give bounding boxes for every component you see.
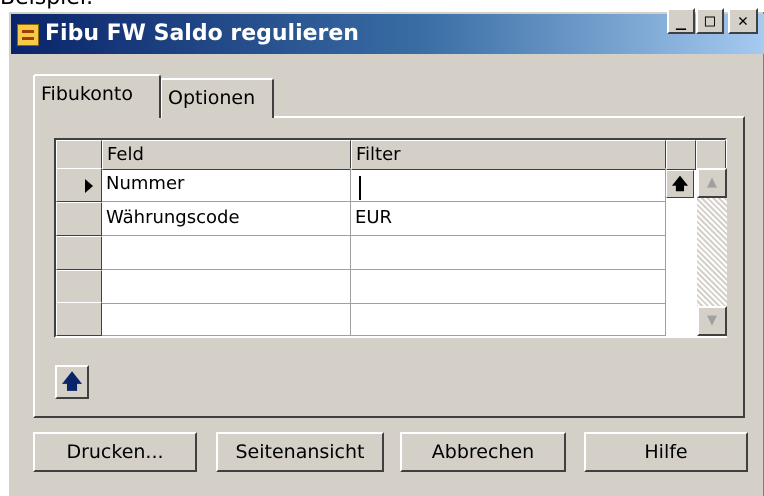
cell-filter[interactable]: EUR [351, 202, 666, 236]
grid-corner-header [56, 140, 102, 170]
column-header-feld[interactable]: Feld [102, 140, 351, 170]
app-form-icon[interactable] [17, 24, 39, 46]
tab-optionen[interactable]: Optionen [160, 78, 274, 118]
scroll-down-button[interactable]: ▼ [697, 306, 727, 336]
print-button[interactable]: Drucken... [33, 432, 197, 472]
up-arrow-icon: 🡅 [61, 369, 83, 393]
cell-field[interactable] [102, 270, 351, 304]
title-bar[interactable]: Fibu FW Saldo regulieren [11, 14, 764, 54]
move-up-button[interactable]: 🡅 [55, 365, 89, 399]
help-button[interactable]: Hilfe [584, 432, 748, 472]
window-title: Fibu FW Saldo regulieren [45, 21, 359, 46]
lookup-button[interactable]: 🡅 [666, 170, 694, 198]
row-selector[interactable] [56, 302, 102, 336]
row-selector[interactable] [56, 236, 102, 270]
minimize-button[interactable]: _ [667, 8, 695, 34]
cell-field[interactable] [102, 236, 351, 270]
column-header-filter[interactable]: Filter [351, 140, 666, 170]
cancel-button[interactable]: Abbrechen [400, 432, 566, 472]
row-selector-current[interactable] [56, 168, 102, 202]
current-row-arrow-icon [85, 179, 93, 193]
row-selector[interactable] [56, 270, 102, 304]
cell-field[interactable] [102, 304, 351, 336]
cell-field[interactable]: Nummer [102, 168, 351, 202]
vertical-scrollbar[interactable]: ▲ ▼ [696, 168, 727, 336]
row-selector[interactable] [56, 202, 102, 236]
scroll-up-button[interactable]: ▲ [697, 168, 727, 198]
cell-filter[interactable] [351, 236, 666, 270]
cell-field[interactable]: Währungscode [102, 202, 351, 236]
cell-filter[interactable] [351, 270, 666, 304]
tab-fibukonto[interactable]: Fibukonto [33, 74, 161, 118]
close-button[interactable]: ✕ [728, 8, 758, 34]
cell-filter[interactable] [351, 304, 666, 336]
text-cursor [359, 176, 361, 200]
maximize-button[interactable]: □ [696, 8, 724, 34]
cell-filter[interactable] [351, 168, 666, 202]
column-header-lookup [666, 140, 696, 170]
page-label: Beispiel: [0, 0, 93, 10]
preview-button[interactable]: Seitenansicht [216, 432, 384, 472]
column-header-scroll [696, 140, 726, 170]
up-arrow-icon: 🡅 [671, 174, 689, 193]
